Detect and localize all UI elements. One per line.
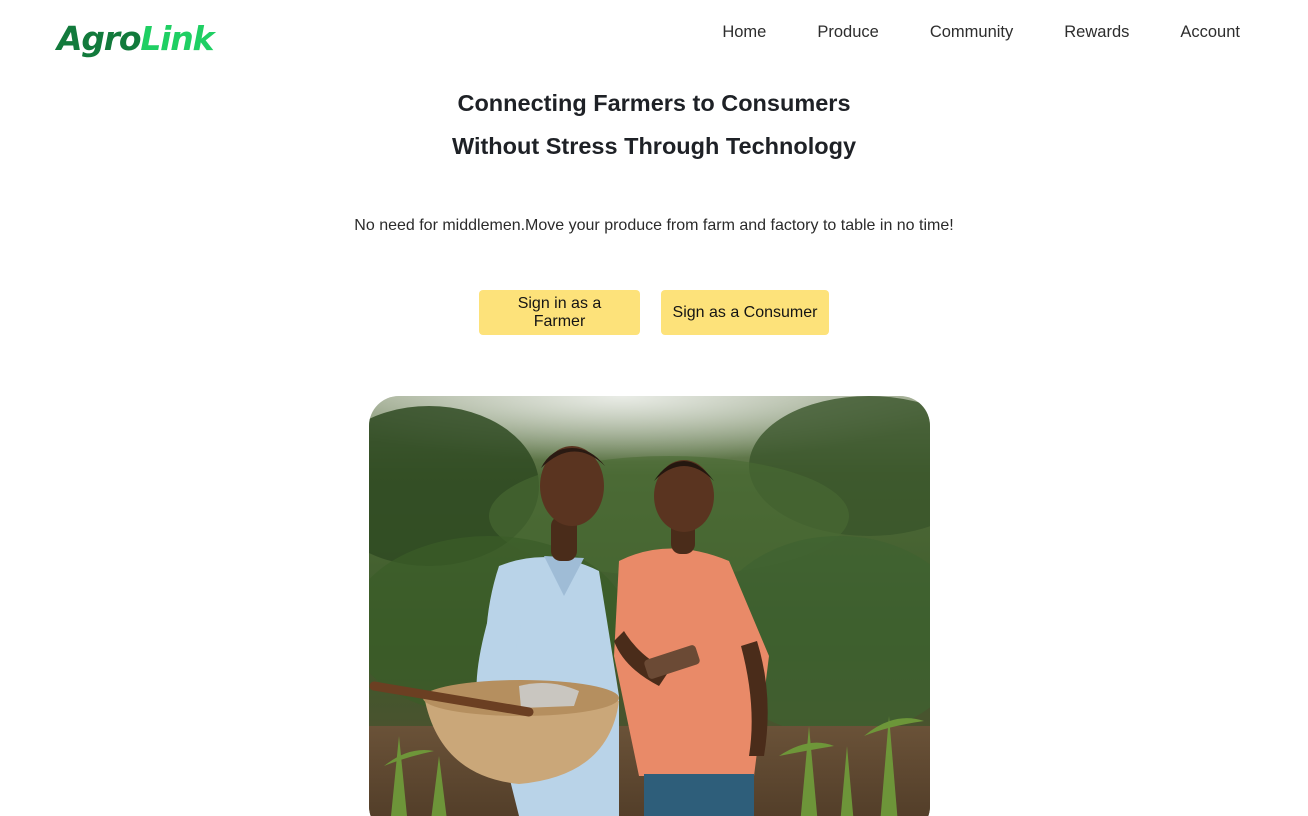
sign-in-farmer-button[interactable]: Sign in as a Farmer — [479, 290, 640, 335]
nav-link-produce[interactable]: Produce — [817, 22, 878, 42]
nav-link-account[interactable]: Account — [1180, 22, 1240, 42]
nav-link-community[interactable]: Community — [930, 22, 1013, 42]
logo-text-link: Link — [140, 19, 214, 58]
landing-page: AgroLink Home Produce Community Rewards … — [0, 0, 1308, 816]
hero-title-line-2: Without Stress Through Technology — [451, 133, 857, 159]
sign-in-consumer-button[interactable]: Sign as a Consumer — [661, 290, 829, 335]
logo-text-agro: Agro — [57, 19, 142, 58]
hero-title-line-1: Connecting Farmers to Consumers — [457, 90, 851, 116]
hero-farmers-photo — [369, 396, 930, 816]
nav-link-home[interactable]: Home — [722, 22, 766, 42]
agrolink-logo[interactable]: AgroLink — [57, 19, 214, 59]
cta-button-group: Sign in as a Farmer Sign as a Consumer — [0, 290, 1308, 335]
main-nav: Home Produce Community Rewards Account — [722, 22, 1240, 42]
nav-link-rewards[interactable]: Rewards — [1064, 22, 1129, 42]
hero-subtitle: No need for middlemen.Move your produce … — [354, 217, 954, 234]
